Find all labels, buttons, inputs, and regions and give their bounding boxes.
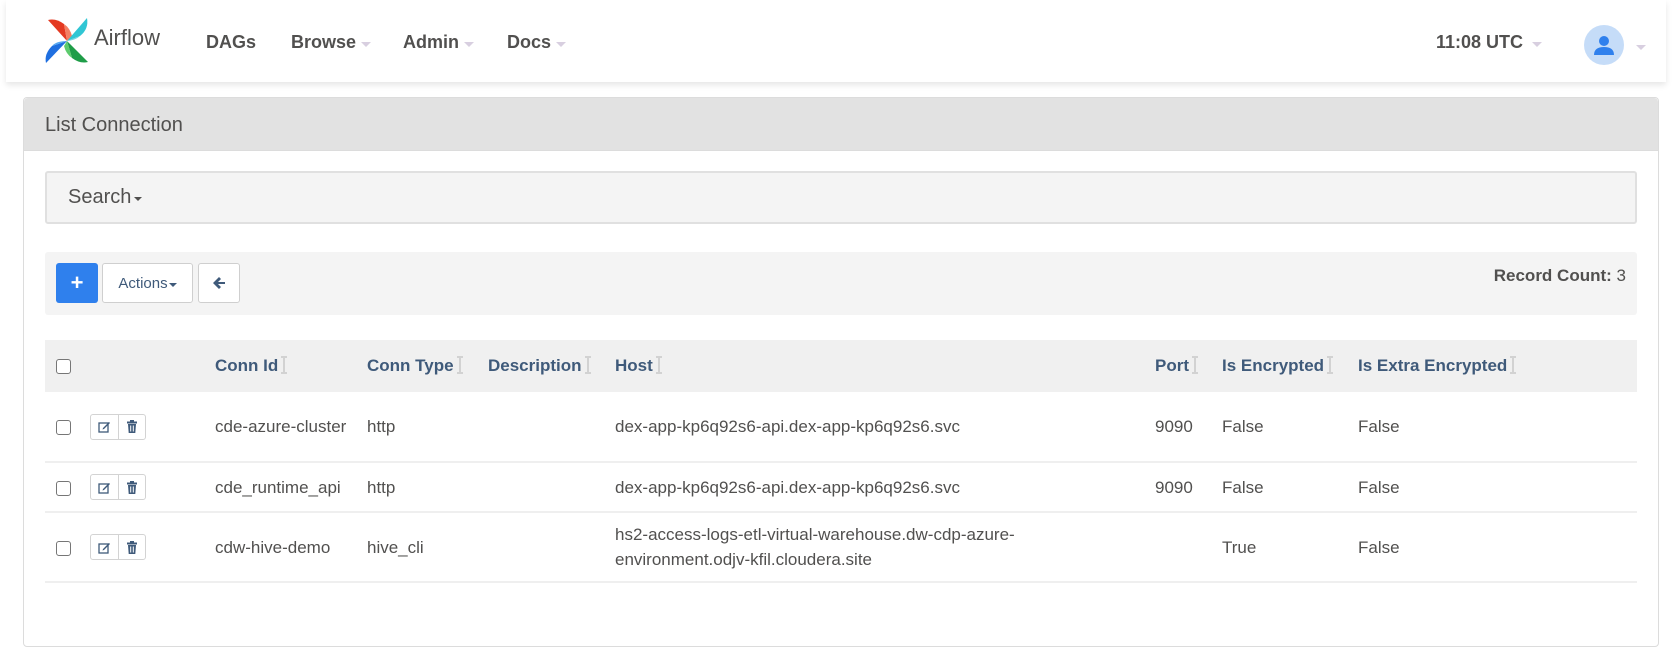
cell-is-extra-encrypted: False (1358, 477, 1400, 497)
table-row: cde-azure-cluster http dex-app-kp6q92s6-… (45, 392, 1637, 462)
row-action-group (90, 534, 146, 561)
plus-icon: + (70, 270, 84, 295)
record-count-value: 3 (1616, 266, 1626, 285)
airflow-logo-icon (45, 18, 88, 63)
table-header-row: Conn Id Conn Type Description Host Port … (45, 340, 1637, 392)
brand-name: Airflow (94, 25, 161, 50)
caret-down-icon (464, 41, 474, 47)
nav-docs[interactable]: Docs (507, 32, 567, 53)
caret-down-icon (1636, 45, 1646, 50)
user-icon (1594, 36, 1614, 55)
cell-port (1155, 512, 1222, 582)
nav-browse[interactable]: Browse (291, 32, 372, 53)
caret-down-icon (361, 41, 372, 47)
delete-button[interactable] (118, 535, 145, 560)
sort-icon (1327, 356, 1334, 374)
cell-description (488, 512, 615, 582)
edit-button[interactable] (91, 535, 118, 559)
actions-dropdown[interactable]: Actions (102, 263, 193, 303)
cell-host: dex-app-kp6q92s6-api.dex-app-kp6q92s6.sv… (615, 477, 960, 497)
search-label: Search (68, 186, 132, 208)
table-row: cdw-hive-demo hive_cli hs2-access-logs-e… (45, 512, 1637, 582)
row-checkbox[interactable] (56, 480, 71, 496)
row-action-group (90, 413, 146, 440)
delete-button[interactable] (118, 475, 145, 500)
header-host[interactable]: Host (615, 340, 1155, 392)
cell-conn-type: hive_cli (367, 537, 424, 557)
cell-description (488, 462, 615, 512)
sort-icon (456, 356, 463, 374)
edit-button[interactable] (91, 415, 118, 439)
header-conn-type[interactable]: Conn Type (367, 340, 488, 392)
sort-icon (1192, 356, 1198, 374)
sort-icon (655, 356, 662, 374)
trash-icon (127, 420, 137, 434)
cell-is-extra-encrypted: False (1358, 417, 1400, 436)
arrow-left-icon (213, 277, 225, 289)
cell-port: 9090 (1155, 477, 1193, 497)
cell-conn-type: http (367, 417, 396, 436)
connections-table: Conn Id Conn Type Description Host Port … (45, 340, 1637, 583)
cell-host: hs2-access-logs-etl-virtual-warehouse.dw… (615, 525, 1015, 569)
toolbar: + Actions Record Count: 3 (45, 252, 1637, 315)
edit-button[interactable] (91, 475, 118, 499)
edit-icon (98, 482, 110, 494)
header-description[interactable]: Description (488, 340, 615, 392)
cell-conn-id: cdw-hive-demo (215, 537, 331, 557)
timezone-dropdown[interactable]: 11:08 UTC (1436, 32, 1543, 53)
trash-icon (127, 480, 137, 494)
back-button[interactable] (198, 263, 240, 303)
sort-icon (1510, 356, 1517, 374)
trash-icon (127, 540, 137, 554)
navbar: Airflow DAGs Browse Admin Docs 11:08 UTC (6, 0, 1666, 82)
record-count-label: Record Count: (1493, 266, 1612, 285)
nav-admin[interactable]: Admin (403, 32, 474, 53)
edit-icon (98, 542, 110, 554)
add-connection-button[interactable]: + (56, 263, 98, 303)
cell-port: 9090 (1155, 417, 1193, 436)
header-row-actions (90, 340, 215, 392)
cell-conn-id: cde-azure-cluster (215, 417, 347, 436)
nav-browse-label: Browse (291, 32, 357, 52)
delete-button[interactable] (118, 414, 145, 439)
cell-is-extra-encrypted: False (1358, 537, 1400, 557)
cell-is-encrypted: False (1222, 477, 1264, 497)
record-count: Record Count: 3 (1494, 266, 1626, 286)
table-row: cde_runtime_api http dex-app-kp6q92s6-ap… (45, 462, 1637, 512)
brand-link[interactable]: Airflow (42, 16, 160, 66)
nav-admin-label: Admin (403, 32, 459, 52)
actions-label: Actions (118, 274, 168, 292)
cell-is-encrypted: False (1222, 417, 1264, 436)
header-port[interactable]: Port (1155, 340, 1222, 392)
caret-down-icon (1532, 41, 1543, 47)
row-checkbox[interactable] (56, 420, 71, 436)
row-action-group (90, 474, 146, 501)
cell-conn-id: cde_runtime_api (215, 477, 341, 497)
caret-down-icon (168, 282, 177, 287)
cell-conn-type: http (367, 477, 396, 497)
cell-host: dex-app-kp6q92s6-api.dex-app-kp6q92s6.sv… (615, 417, 960, 436)
header-conn-id[interactable]: Conn Id (215, 340, 367, 392)
search-toggle[interactable]: Search (45, 171, 1637, 224)
cell-is-encrypted: True (1222, 537, 1257, 557)
panel-title: List Connection (24, 98, 1658, 151)
list-connection-panel: List Connection Search + Actions Record … (23, 97, 1659, 647)
current-time: 11:08 UTC (1436, 32, 1524, 52)
nav-docs-label: Docs (507, 32, 552, 52)
row-checkbox[interactable] (56, 540, 71, 556)
nav-dags-label: DAGs (206, 32, 257, 52)
nav-dags[interactable]: DAGs (206, 32, 256, 53)
caret-down-icon (134, 197, 143, 201)
sort-icon (584, 356, 591, 374)
header-is-encrypted[interactable]: Is Encrypted (1222, 340, 1358, 392)
caret-down-icon (556, 41, 567, 47)
user-menu-button[interactable] (1584, 25, 1624, 65)
sort-icon (281, 356, 288, 374)
cell-description (488, 392, 615, 462)
header-is-extra-encrypted[interactable]: Is Extra Encrypted (1358, 340, 1637, 392)
edit-icon (98, 422, 110, 433)
select-all-checkbox[interactable] (56, 359, 71, 375)
